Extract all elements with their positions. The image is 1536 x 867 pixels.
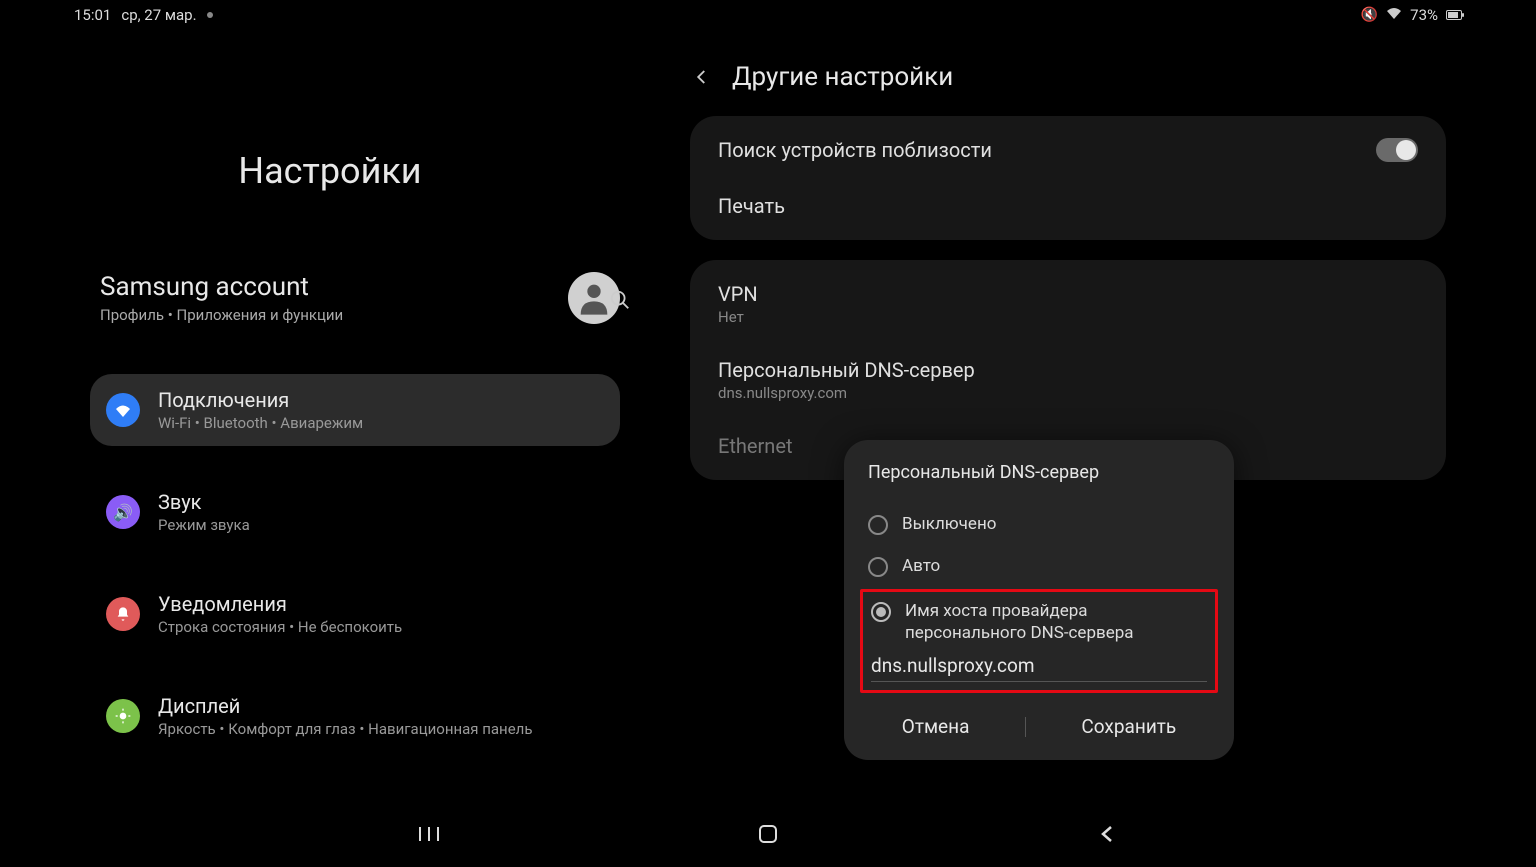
cancel-button[interactable]: Отмена — [882, 707, 990, 746]
status-indicator-icon — [207, 12, 213, 18]
sidebar-item-sound[interactable]: 🔊 Звук Режим звука — [90, 476, 620, 548]
row-private-dns[interactable]: Персональный DNS-сервер dns.nullsproxy.c… — [690, 342, 1446, 418]
category-label: Дисплей — [158, 694, 532, 718]
nearby-toggle[interactable] — [1376, 138, 1418, 162]
speaker-icon: 🔊 — [106, 495, 140, 529]
dialog-title: Персональный DNS-сервер — [864, 462, 1214, 483]
highlighted-option: Имя хоста провайдера персонального DNS-с… — [860, 589, 1218, 693]
row-nearby-devices[interactable]: Поиск устройств поблизости — [690, 122, 1446, 178]
row-vpn[interactable]: VPN Нет — [690, 266, 1446, 342]
samsung-account-row[interactable]: Samsung account Профиль • Приложения и ф… — [0, 272, 660, 324]
settings-sidebar: Настройки Samsung account Профиль • Прил… — [0, 30, 660, 807]
detail-title: Другие настройки — [732, 62, 953, 92]
back-nav-button[interactable] — [1092, 819, 1122, 849]
radio-option-hostname[interactable]: Имя хоста провайдера персонального DNS-с… — [863, 592, 1215, 648]
status-time: 15:01 — [74, 6, 111, 24]
category-label: Звук — [158, 490, 250, 514]
mute-icon: 🔇 — [1361, 7, 1378, 23]
sidebar-item-connections[interactable]: Подключения Wi-Fi • Bluetooth • Авиарежи… — [90, 374, 620, 446]
category-sub: Wi-Fi • Bluetooth • Авиарежим — [158, 414, 363, 432]
display-icon — [106, 699, 140, 733]
button-divider — [1025, 717, 1026, 737]
category-sub: Строка состояния • Не беспокоить — [158, 618, 402, 636]
radio-icon — [868, 515, 888, 535]
radio-icon — [871, 602, 891, 622]
radio-option-auto[interactable]: Авто — [864, 545, 1214, 587]
battery-percent: 73% — [1410, 6, 1438, 24]
private-dns-dialog: Персональный DNS-сервер Выключено Авто И… — [844, 440, 1234, 760]
category-label: Подключения — [158, 388, 363, 412]
status-date: ср, 27 мар. — [121, 6, 196, 24]
search-button[interactable] — [605, 285, 635, 315]
battery-icon — [1446, 10, 1462, 20]
category-label: Уведомления — [158, 592, 402, 616]
dns-hostname-input[interactable]: dns.nullsproxy.com — [871, 654, 1207, 682]
recents-button[interactable] — [414, 819, 444, 849]
status-bar: 15:01 ср, 27 мар. 🔇 73% — [0, 0, 1536, 30]
category-sub: Яркость • Комфорт для глаз • Навигационн… — [158, 720, 532, 738]
bell-icon — [106, 597, 140, 631]
navigation-bar — [0, 809, 1536, 859]
home-button[interactable] — [753, 819, 783, 849]
account-subtitle: Профиль • Приложения и функции — [100, 306, 343, 324]
category-list: Подключения Wi-Fi • Bluetooth • Авиарежи… — [0, 374, 660, 752]
sidebar-item-display[interactable]: Дисплей Яркость • Комфорт для глаз • Нав… — [90, 680, 620, 752]
page-title: Настройки — [0, 150, 660, 192]
wifi-icon — [1386, 7, 1402, 23]
radio-icon — [868, 557, 888, 577]
settings-group-nearby: Поиск устройств поблизости Печать — [690, 116, 1446, 240]
back-button[interactable] — [690, 65, 714, 89]
save-button[interactable]: Сохранить — [1061, 707, 1196, 746]
radio-option-off[interactable]: Выключено — [864, 503, 1214, 545]
wifi-icon — [106, 393, 140, 427]
account-title: Samsung account — [100, 272, 343, 302]
row-print[interactable]: Печать — [690, 178, 1446, 234]
category-sub: Режим звука — [158, 516, 250, 534]
sidebar-item-notifications[interactable]: Уведомления Строка состояния • Не беспок… — [90, 578, 620, 650]
